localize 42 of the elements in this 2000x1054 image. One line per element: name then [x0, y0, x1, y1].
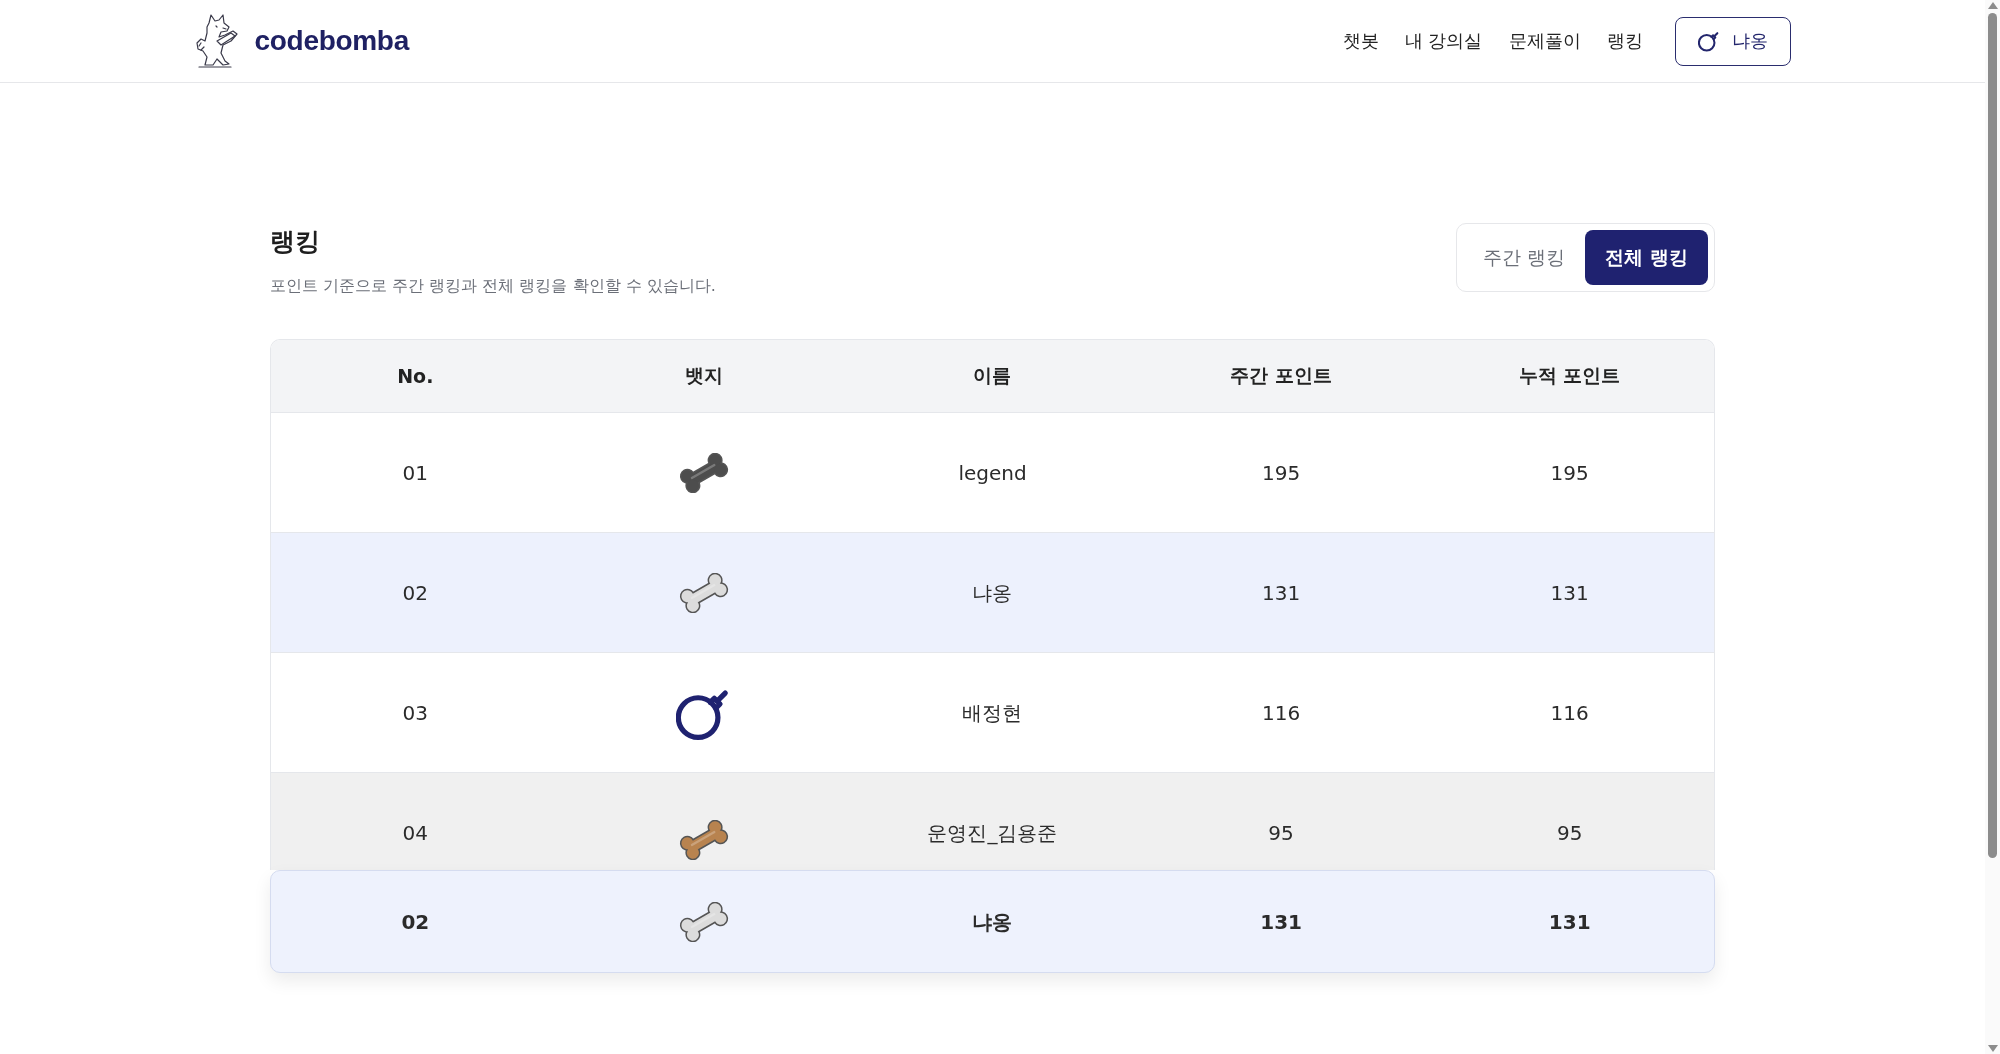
total-points: 131	[1550, 579, 1589, 606]
logo-text[interactable]: codebomba	[254, 25, 409, 57]
scroll-up-icon[interactable]	[1987, 2, 1998, 9]
bomb-icon	[1697, 30, 1720, 52]
weekly-points: 195	[1262, 459, 1301, 486]
column-header: 이름	[973, 363, 1012, 388]
nav-link[interactable]: 문제풀이	[1508, 29, 1581, 53]
scrollbar-thumb[interactable]	[1988, 13, 1997, 858]
ranking-tab[interactable]: 전체 랭킹	[1585, 230, 1708, 285]
user-profile-button[interactable]: 냐옹	[1674, 16, 1791, 66]
nav-link[interactable]: 챗봇	[1342, 29, 1379, 53]
user-name: 냐옹	[972, 908, 1013, 935]
weekly-points: 95	[1268, 820, 1294, 846]
user-name: legend	[958, 459, 1027, 486]
table-row[interactable]: 02 냐옹 131 131	[271, 532, 1714, 652]
table-row[interactable]: 04 운영진_김용준 95 95	[271, 772, 1714, 870]
ranking-tab[interactable]: 주간 랭킹	[1463, 230, 1586, 285]
rank-number: 01	[402, 459, 428, 486]
column-header: 누적 포인트	[1518, 363, 1621, 388]
dog-logo-icon	[194, 13, 239, 69]
user-name: 운영진_김용준	[927, 820, 1058, 846]
user-name: 냐옹	[972, 579, 1013, 606]
page-title: 랭킹	[270, 226, 321, 258]
column-header: 주간 포인트	[1230, 363, 1332, 388]
page-description: 포인트 기준으로 주간 랭킹과 전체 랭킹을 확인할 수 있습니다.	[270, 276, 716, 297]
user-name: 배정현	[962, 699, 1023, 726]
nav-link[interactable]: 내 강의실	[1404, 29, 1483, 53]
rank-number: 02	[401, 908, 430, 935]
total-points: 195	[1550, 459, 1589, 486]
total-points: 116	[1550, 699, 1589, 726]
rank-number: 03	[402, 699, 428, 726]
rank-number: 02	[402, 579, 428, 606]
column-header: 뱃지	[684, 363, 723, 388]
scroll-down-icon[interactable]	[1987, 1045, 1998, 1052]
total-points: 95	[1556, 820, 1583, 846]
weekly-points: 131	[1260, 908, 1302, 935]
column-header: No.	[397, 365, 434, 387]
total-points: 131	[1548, 908, 1591, 935]
rank-number: 04	[402, 820, 428, 846]
weekly-points: 116	[1262, 699, 1301, 726]
nav-link[interactable]: 랭킹	[1606, 29, 1643, 53]
weekly-points: 131	[1262, 579, 1301, 606]
